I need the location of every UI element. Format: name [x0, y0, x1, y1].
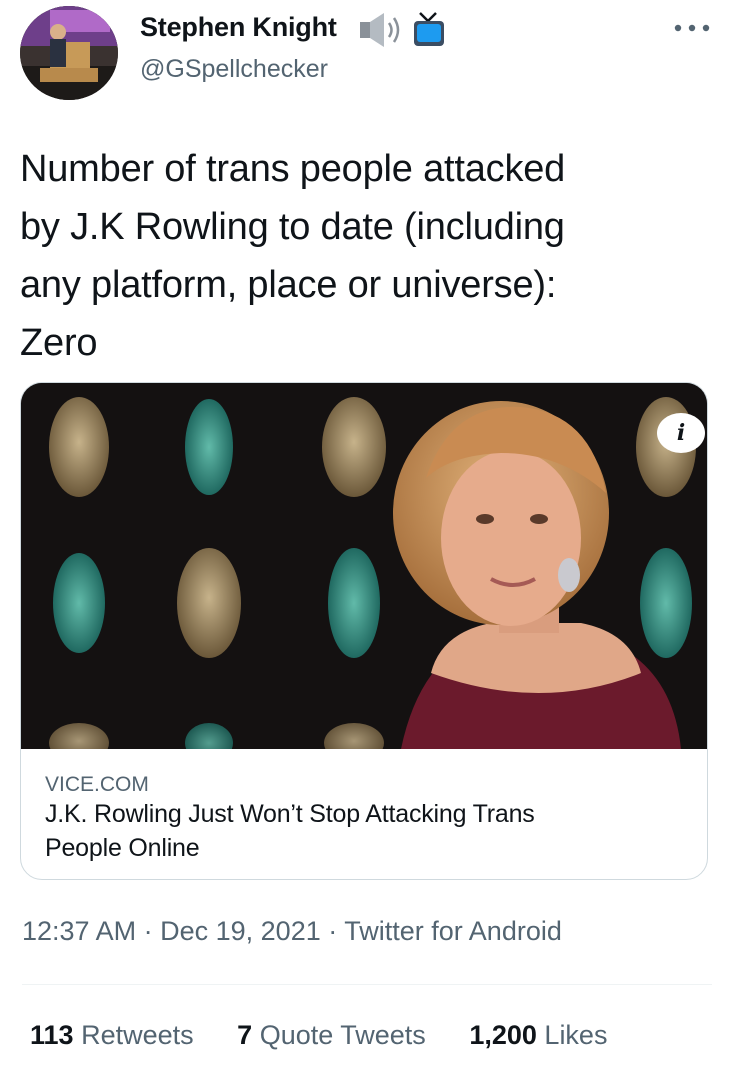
tweet-metadata: 12:37 AM · Dec 19, 2021 · Twitter for An…: [22, 916, 562, 947]
engagement-stats: 113 Retweets 7 Quote Tweets 1,200 Likes: [30, 1020, 643, 1051]
tweet-source[interactable]: Twitter for Android: [344, 916, 562, 946]
avatar-photo: [20, 6, 118, 100]
quotes-label: Quote Tweets: [259, 1020, 426, 1050]
more-options-icon[interactable]: [670, 18, 714, 38]
television-icon: [414, 12, 444, 46]
retweets-count: 113: [30, 1020, 74, 1050]
likes-stat[interactable]: 1,200 Likes: [469, 1020, 607, 1051]
link-card[interactable]: i VICE.COM J.K. Rowling Just Won’t Stop …: [20, 382, 708, 880]
divider: [22, 984, 712, 985]
likes-label: Likes: [544, 1020, 608, 1050]
avatar[interactable]: [20, 6, 118, 100]
name-emojis: [358, 10, 448, 55]
tweet-time[interactable]: 12:37 AM: [22, 916, 136, 946]
article-image: [21, 383, 707, 749]
card-domain: VICE.COM: [45, 773, 149, 796]
tweet-date[interactable]: Dec 19, 2021: [160, 916, 321, 946]
separator: ·: [328, 916, 338, 946]
retweets-stat[interactable]: 113 Retweets: [30, 1020, 194, 1051]
separator: ·: [143, 916, 153, 946]
card-title[interactable]: J.K. Rowling Just Won’t Stop Attacking T…: [45, 797, 665, 865]
retweets-label: Retweets: [81, 1020, 194, 1050]
display-name[interactable]: Stephen Knight: [140, 12, 337, 43]
tweet-text: Number of trans people attacked by J.K R…: [20, 148, 566, 364]
info-icon[interactable]: i: [657, 413, 705, 453]
user-handle[interactable]: @GSpellchecker: [140, 55, 328, 84]
likes-count: 1,200: [469, 1020, 537, 1050]
quotes-count: 7: [237, 1020, 253, 1050]
speaker-icon: [360, 13, 400, 47]
quote-tweets-stat[interactable]: 7 Quote Tweets: [237, 1020, 426, 1051]
